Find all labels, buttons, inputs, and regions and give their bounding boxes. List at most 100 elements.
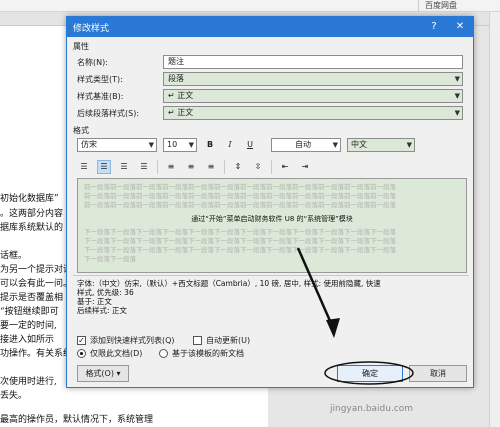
add-to-gallery-option[interactable]: ✓ 添加到快速样式列表(Q) — [77, 335, 175, 346]
name-label: 名称(N): — [77, 57, 108, 67]
size-select[interactable]: 10 ▼ — [163, 138, 197, 152]
only-this-doc-label: 仅限此文档(D) — [90, 349, 143, 358]
format-heading: 格式 — [73, 126, 89, 135]
close-icon[interactable]: ✕ — [447, 17, 473, 37]
ribbon-strip: 百度网盘 — [0, 0, 500, 12]
name-input[interactable]: 题注 — [163, 55, 463, 69]
font-value: 仿宋 — [81, 140, 97, 149]
increase-indent-icon[interactable]: ⇥ — [298, 160, 312, 174]
description-line: 字体:（中文）仿宋,（默认）+西文标题（Cambria）, 10 磅, 居中, … — [77, 279, 381, 288]
one-half-spacing-icon[interactable]: ≡ — [184, 160, 198, 174]
style-type-label: 样式类型(T): — [77, 74, 123, 84]
checkbox-checked[interactable]: ✓ — [77, 336, 86, 345]
chevron-down-icon: ▼ — [454, 75, 460, 83]
auto-update-option[interactable]: 自动更新(U) — [193, 335, 250, 346]
bold-button[interactable]: B — [203, 138, 217, 152]
double-spacing-icon[interactable]: ≡ — [204, 160, 218, 174]
radio[interactable] — [159, 349, 168, 358]
chevron-down-icon: ▼ — [454, 92, 460, 100]
doc-line: 可以会有此一问。 — [0, 279, 70, 289]
doc-line: 要一定的时间, — [0, 321, 57, 331]
style-description: 字体:（中文）仿宋,（默认）+西文标题（Cambria）, 10 磅, 居中, … — [77, 279, 467, 335]
tab-baidu-netdisk[interactable]: 百度网盘 — [418, 0, 463, 12]
only-this-doc-option[interactable]: 仅限此文档(D) — [77, 348, 142, 359]
next-style-value: ↵ 正文 — [168, 108, 194, 117]
format-button[interactable]: 格式(O) ▾ — [77, 365, 129, 382]
italic-button[interactable]: I — [223, 138, 237, 152]
based-on-row: 样式基准(B): ↵ 正文 ▼ — [77, 89, 463, 103]
doc-line: 初始化数据库” — [0, 194, 59, 204]
font-select[interactable]: 仿宋 ▼ — [77, 138, 157, 152]
next-style-label: 后续段落样式(S): — [77, 108, 140, 118]
dialog-title: 修改样式 — [73, 23, 110, 34]
toolbar-separator — [224, 160, 225, 174]
doc-line: 话框。 — [0, 251, 28, 261]
doc-line: 功操作。有关系统 — [0, 349, 70, 359]
doc-line: 为另一个提示对话 — [0, 265, 70, 275]
increase-spacing-icon[interactable]: ⇕ — [231, 160, 245, 174]
watermark: jingyan.baidu.com — [330, 404, 414, 414]
doc-line: 据库系统默认的 — [0, 223, 64, 233]
preview-previous-paragraph: 前一段落前一段落前一段落前一段落前一段落前一段落前一段落前一段落前一段落前一段落… — [84, 183, 396, 191]
preview-next-paragraph: 下一段落下一段落下一段落下一段落下一段落下一段落下一段落下一段落下一段落下一段落… — [84, 237, 396, 245]
chevron-down-icon: ▼ — [148, 141, 154, 149]
justify-icon[interactable]: ☰ — [137, 160, 151, 174]
chevron-down-icon: ▼ — [188, 141, 194, 149]
next-style-row: 后续段落样式(S): ↵ 正文 ▼ — [77, 106, 463, 120]
divider — [73, 275, 469, 276]
help-icon[interactable]: ? — [421, 17, 447, 37]
based-on-value: ↵ 正文 — [168, 91, 194, 100]
doc-line: 。这两部分内容 — [0, 209, 64, 219]
color-value: 自动 — [295, 140, 311, 149]
side-scroll-strip[interactable] — [489, 12, 500, 427]
font-toolbar: 仿宋 ▼ 10 ▼ B I U 自动 ▼ 中文 ▼ — [77, 138, 421, 152]
align-center-icon[interactable]: ☰ — [97, 160, 111, 174]
chevron-down-icon: ▼ — [332, 141, 338, 149]
chevron-down-icon: ▼ — [454, 109, 460, 117]
paragraph-toolbar: ☰ ☰ ☰ ☰ ≡ ≡ ≡ ⇕ ⇳ ⇤ ⇥ — [77, 160, 318, 174]
doc-line: 最高的操作员，默认情况下，系统管理 — [0, 415, 154, 425]
style-type-value: 段落 — [168, 74, 184, 83]
preview-next-paragraph: 下一段落下一段落 — [84, 255, 136, 263]
doc-line: 次使用时进行, — [0, 377, 57, 387]
new-template-docs-option[interactable]: 基于该模板的新文档 — [159, 348, 244, 359]
style-type-row: 样式类型(T): 段落 ▼ — [77, 72, 463, 86]
chevron-down-icon: ▼ — [406, 141, 412, 149]
new-template-docs-label: 基于该模板的新文档 — [172, 349, 244, 358]
preview-sample-text: 通过“开始”菜单启动财务软件 U8 的“系统管理”模块 — [191, 215, 353, 223]
language-select[interactable]: 中文 ▼ — [347, 138, 415, 152]
single-spacing-icon[interactable]: ≡ — [164, 160, 178, 174]
description-line: 后续样式: 正文 — [77, 306, 127, 315]
description-line: 样式, 优先级: 36 — [77, 288, 134, 297]
align-right-icon[interactable]: ☰ — [117, 160, 131, 174]
align-left-icon[interactable]: ☰ — [77, 160, 91, 174]
next-style-select[interactable]: ↵ 正文 ▼ — [163, 106, 463, 120]
modify-style-dialog: 修改样式 ? ✕ 属性 名称(N): 题注 样式类型(T): 段落 ▼ 样式基准… — [66, 16, 474, 388]
toolbar-separator — [271, 160, 272, 174]
cancel-button[interactable]: 取消 — [409, 365, 467, 382]
description-line: 基于: 正文 — [77, 297, 112, 306]
based-on-label: 样式基准(B): — [77, 91, 124, 101]
dialog-titlebar: 修改样式 ? ✕ — [67, 17, 473, 37]
checkbox[interactable] — [193, 336, 202, 345]
preview-next-paragraph: 下一段落下一段落下一段落下一段落下一段落下一段落下一段落下一段落下一段落下一段落… — [84, 228, 396, 236]
language-value: 中文 — [351, 140, 367, 149]
preview-previous-paragraph: 前一段落前一段落前一段落前一段落前一段落前一段落前一段落前一段落前一段落前一段落… — [84, 201, 396, 209]
auto-update-label: 自动更新(U) — [206, 336, 251, 345]
decrease-spacing-icon[interactable]: ⇳ — [251, 160, 265, 174]
based-on-select[interactable]: ↵ 正文 ▼ — [163, 89, 463, 103]
preview-next-paragraph: 下一段落下一段落下一段落下一段落下一段落下一段落下一段落下一段落下一段落下一段落… — [84, 246, 396, 254]
doc-line: 丢失。 — [0, 391, 28, 401]
doc-line: 接进入如所示 — [0, 335, 55, 345]
style-preview: 前一段落前一段落前一段落前一段落前一段落前一段落前一段落前一段落前一段落前一段落… — [77, 178, 467, 273]
ok-button[interactable]: 确定 — [337, 365, 403, 382]
underline-button[interactable]: U — [243, 138, 257, 152]
doc-line: “按钮继续即可 — [0, 307, 59, 317]
decrease-indent-icon[interactable]: ⇤ — [278, 160, 292, 174]
name-row: 名称(N): 题注 — [77, 55, 463, 69]
style-type-select[interactable]: 段落 ▼ — [163, 72, 463, 86]
toolbar-separator — [157, 160, 158, 174]
radio-selected[interactable] — [77, 349, 86, 358]
doc-line: 提示是否覆盖相 — [0, 293, 64, 303]
color-select[interactable]: 自动 ▼ — [271, 138, 341, 152]
